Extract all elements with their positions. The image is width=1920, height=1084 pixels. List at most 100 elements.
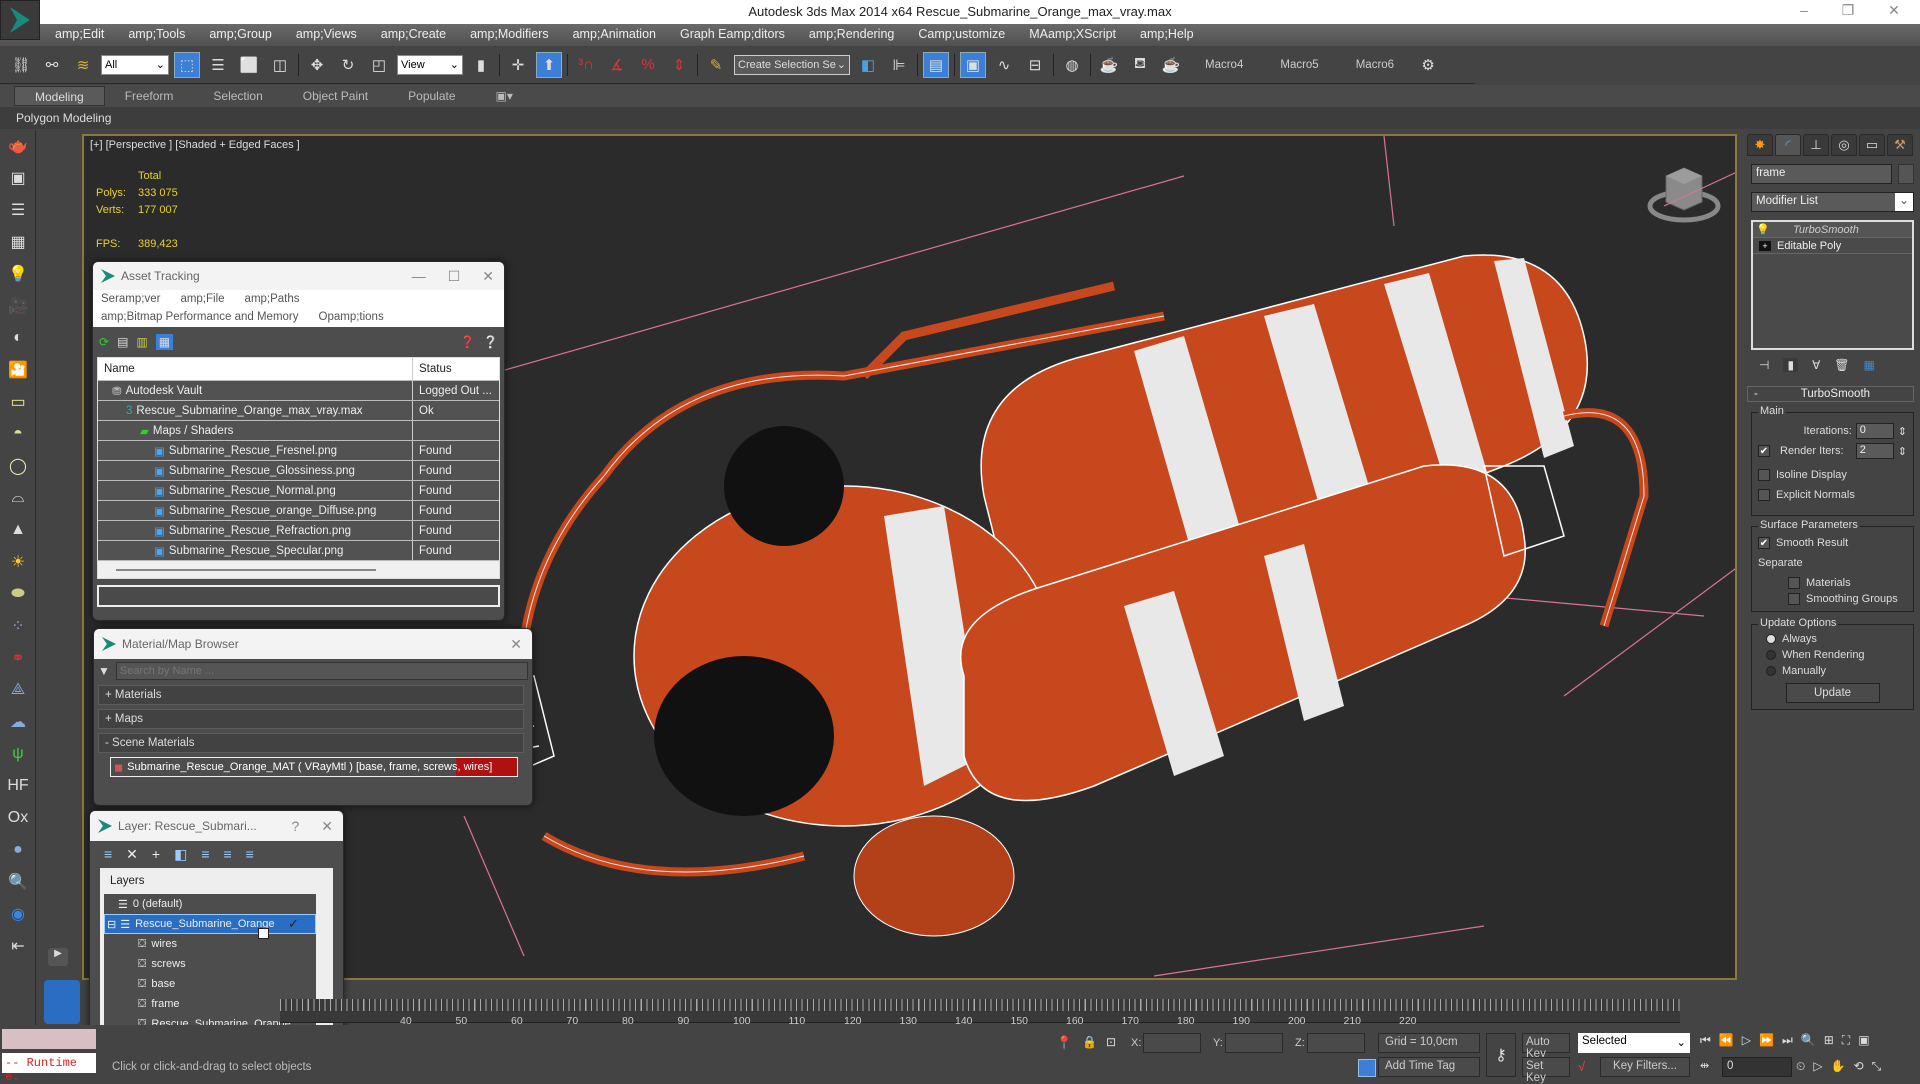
render-iters-spinner[interactable]: 2 bbox=[1855, 443, 1894, 459]
isolate-selection-icon[interactable]: 📍 bbox=[1056, 1035, 1072, 1051]
macro6-button[interactable]: Macro6 bbox=[1356, 59, 1394, 71]
column-status[interactable]: Status bbox=[413, 363, 452, 375]
pan-view-icon[interactable]: ✋ bbox=[1831, 1059, 1846, 1074]
rectangular-selection-icon[interactable]: ⬜ bbox=[236, 52, 262, 78]
zoom-all-icon[interactable]: ⊞ bbox=[1824, 1033, 1834, 1048]
materials-section[interactable]: + Materials bbox=[98, 685, 524, 705]
pivot-center-icon[interactable]: ▮ bbox=[468, 52, 494, 78]
disc-light-icon[interactable]: ◯ bbox=[0, 450, 36, 482]
menu-rendering[interactable]: amp;Rendering bbox=[809, 24, 908, 46]
set-key-button[interactable]: Set Key bbox=[1522, 1057, 1570, 1084]
zoom-extents-all-icon[interactable]: ▣ bbox=[1858, 1033, 1869, 1048]
menu-file[interactable]: amp;File bbox=[180, 293, 224, 305]
object-color-swatch[interactable] bbox=[1898, 164, 1914, 184]
percent-snap-icon[interactable]: % bbox=[635, 52, 661, 78]
show-end-result-icon[interactable]: ▮ bbox=[1783, 358, 1799, 372]
play-icon[interactable]: ▷ bbox=[1742, 1033, 1751, 1048]
spinner-arrows-icon[interactable]: ⇕ bbox=[1898, 445, 1907, 458]
field-of-view-icon[interactable]: ▷ bbox=[1813, 1059, 1822, 1074]
maxscript-listener-top[interactable] bbox=[2, 1029, 96, 1049]
render-frame-icon[interactable]: ▣ bbox=[0, 162, 36, 194]
layer-item[interactable]: ⛋ screws bbox=[104, 954, 316, 974]
display-tab-icon[interactable]: ▭ bbox=[1859, 134, 1885, 156]
tripod-icon[interactable]: ⟁ bbox=[0, 674, 36, 706]
isoline-display-checkbox[interactable] bbox=[1758, 469, 1770, 481]
add-to-layer-icon[interactable]: + bbox=[152, 846, 160, 863]
asset-row[interactable]: ▣ Submarine_Rescue_Specular.png Found bbox=[98, 540, 499, 560]
maxscript-listener[interactable]: -- Runtime e. bbox=[2, 1053, 96, 1084]
update-always-radio[interactable] bbox=[1766, 634, 1776, 644]
asset-row[interactable]: ⛃ Autodesk Vault Logged Out ... bbox=[98, 380, 499, 400]
tab-selection[interactable]: Selection bbox=[193, 86, 282, 106]
list-panel-icon[interactable]: ☰ bbox=[0, 194, 36, 226]
selection-lock-icon[interactable]: 🔒 bbox=[1082, 1035, 1097, 1049]
update-button[interactable]: Update bbox=[1785, 683, 1880, 703]
layer-item[interactable]: ☰ 0 (default) bbox=[104, 894, 316, 914]
bind-spacewarp-icon[interactable]: ≋ bbox=[70, 52, 96, 78]
help-button[interactable]: ? bbox=[291, 818, 299, 835]
pin-stack-icon[interactable]: ⊣ bbox=[1759, 358, 1769, 372]
restore-button[interactable]: ❐ bbox=[1834, 2, 1862, 22]
go-to-start-icon[interactable]: ⏮ bbox=[1700, 1033, 1711, 1048]
object-name-field[interactable]: frame bbox=[1751, 164, 1892, 184]
light-lister-icon[interactable]: 💡 bbox=[0, 258, 36, 290]
region-render-icon[interactable]: ◉ bbox=[0, 898, 36, 930]
mirror-icon[interactable]: ◧ bbox=[855, 52, 881, 78]
tab-object-paint[interactable]: Object Paint bbox=[283, 86, 388, 106]
asset-row[interactable]: ▣ Submarine_Rescue_Glossiness.png Found bbox=[98, 460, 499, 480]
manipulate-icon[interactable]: ✛ bbox=[505, 52, 531, 78]
render-iters-checkbox[interactable]: ✔ bbox=[1758, 445, 1770, 457]
hierarchy-tab-icon[interactable]: ⊥ bbox=[1803, 134, 1829, 156]
tab-freeform[interactable]: Freeform bbox=[105, 86, 194, 106]
menu-server[interactable]: Seramp;ver bbox=[101, 293, 160, 305]
dialog-titlebar[interactable]: Asset Tracking — ☐ ✕ bbox=[93, 262, 504, 290]
x-coordinate-field[interactable] bbox=[1143, 1033, 1201, 1053]
set-key-mode-icon[interactable]: ⚷ bbox=[1486, 1033, 1516, 1077]
asset-row[interactable]: ▰ Maps / Shaders bbox=[98, 420, 499, 440]
current-frame-field[interactable]: 0 bbox=[1722, 1057, 1792, 1077]
render-setup-icon[interactable]: ☕ bbox=[1096, 52, 1122, 78]
sun-icon[interactable]: ☀ bbox=[0, 546, 36, 578]
cloud-icon[interactable]: ☁ bbox=[0, 706, 36, 738]
spinner-snap-icon[interactable]: ⇕ bbox=[666, 52, 692, 78]
modify-tab-icon[interactable]: ◜ bbox=[1775, 134, 1801, 156]
stack-item-editable-poly[interactable]: + Editable Poly bbox=[1753, 238, 1912, 254]
tab-modeling[interactable]: Modeling bbox=[14, 86, 105, 106]
camera-sphere-icon[interactable]: ◐ bbox=[0, 322, 36, 354]
update-when-rendering-radio[interactable] bbox=[1766, 650, 1776, 660]
table-view-icon[interactable]: ▦ bbox=[155, 334, 174, 350]
menu-bitmap-performance[interactable]: amp;Bitmap Performance and Memory bbox=[101, 311, 299, 323]
scene-material-item[interactable]: ◼ Submarine_Rescue_Orange_MAT ( VRayMtl … bbox=[110, 757, 518, 777]
menu-help[interactable]: amp;Help bbox=[1140, 24, 1208, 46]
ribbon-subpanel[interactable]: Polygon Modeling bbox=[0, 107, 1920, 129]
viewport-layout-button[interactable] bbox=[44, 980, 80, 1024]
close-button[interactable]: ✕ bbox=[1880, 2, 1908, 22]
scale-icon[interactable]: ◰ bbox=[366, 52, 392, 78]
tree-view-icon[interactable]: ▥ bbox=[136, 335, 147, 349]
key-filters-button[interactable]: Key Filters... bbox=[1600, 1057, 1690, 1077]
configure-sets-icon[interactable]: ▦ bbox=[1864, 358, 1875, 372]
snaps-toggle-icon[interactable]: ³∩ bbox=[573, 52, 599, 78]
particles-icon[interactable]: ⁘ bbox=[0, 610, 36, 642]
dialog-titlebar[interactable]: Layer: Rescue_Submari... ? ✕ bbox=[90, 811, 343, 841]
expand-toolbar-button[interactable]: ▶ bbox=[48, 948, 68, 966]
app-menu-button[interactable] bbox=[0, 0, 40, 40]
selection-filter-dropdown[interactable]: All ⌄ bbox=[101, 54, 169, 75]
unlink-icon[interactable]: ⚯ bbox=[39, 52, 65, 78]
modifier-list-dropdown[interactable]: Modifier List ⌄ bbox=[1751, 192, 1914, 212]
grass-icon[interactable]: ψ bbox=[0, 738, 36, 770]
asset-row[interactable]: ▣ Submarine_Rescue_Normal.png Found bbox=[98, 480, 499, 500]
absolute-mode-icon[interactable]: ⊡ bbox=[1106, 1035, 1116, 1049]
zoom-extents-icon[interactable]: ⛶ bbox=[1842, 1033, 1850, 1048]
teapot-icon[interactable]: 🫖 bbox=[0, 130, 36, 162]
layer-visibility-checkbox[interactable] bbox=[258, 928, 269, 939]
robot-macro-icon[interactable]: ⚙ bbox=[1415, 52, 1441, 78]
select-objects-icon[interactable]: ◧ bbox=[174, 846, 187, 863]
close-icon[interactable]: ✕ bbox=[482, 268, 494, 285]
angle-snap-icon[interactable]: ∡ bbox=[604, 52, 630, 78]
scene-materials-section[interactable]: - Scene Materials bbox=[98, 733, 524, 753]
remove-modifier-icon[interactable]: 🗑 bbox=[1834, 358, 1849, 372]
table-panel-icon[interactable]: ▦ bbox=[0, 226, 36, 258]
reference-coordinate-dropdown[interactable]: View ⌄ bbox=[397, 54, 463, 75]
minimize-button[interactable]: – bbox=[1790, 2, 1818, 22]
